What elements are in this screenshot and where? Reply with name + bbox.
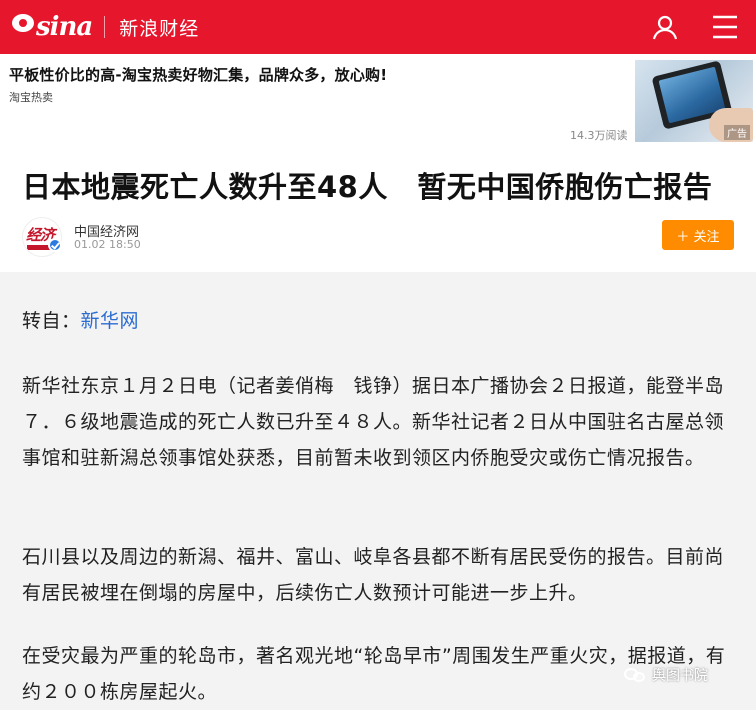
- article-headline: 日本地震死亡人数升至48人 暂无中国侨胞伤亡报告: [22, 170, 713, 204]
- verified-badge-icon: [48, 238, 62, 252]
- ad-badge: 广告: [724, 125, 750, 140]
- wechat-watermark: 舆图书院: [624, 665, 708, 685]
- publish-time: 01.02 18:50: [74, 238, 141, 251]
- header-actions: [650, 12, 740, 42]
- follow-button[interactable]: ＋ 关注: [662, 220, 734, 250]
- wechat-icon: [624, 666, 646, 684]
- sina-logo[interactable]: sina: [12, 12, 93, 42]
- ad-banner[interactable]: 平板性价比的高-淘宝热卖好物汇集，品牌众多，放心购! 淘宝热卖 14.3万阅读 …: [0, 54, 756, 146]
- sina-eye-icon: [12, 14, 34, 32]
- repost-line: 转自：新华网: [22, 304, 738, 338]
- top-navigation-bar: sina 新浪财经: [0, 0, 756, 54]
- user-icon[interactable]: [650, 12, 680, 42]
- article-paragraph: 石川县以及周边的新潟、福井、富山、岐阜各县都不断有居民受伤的报告。目前尚有居民被…: [22, 546, 725, 604]
- sina-logo-text: sina: [36, 12, 93, 42]
- header-divider: [104, 16, 106, 38]
- channel-title[interactable]: 新浪财经: [119, 14, 199, 41]
- watermark-text: 舆图书院: [652, 668, 708, 684]
- repost-prefix: 转自：: [22, 310, 81, 332]
- ad-tablet-image[interactable]: 广告: [635, 60, 753, 142]
- ad-title[interactable]: 平板性价比的高-淘宝热卖好物汇集，品牌众多，放心购!: [9, 64, 387, 85]
- menu-icon[interactable]: [710, 12, 740, 42]
- ad-read-count: 14.3万阅读: [570, 129, 628, 142]
- ad-source: 淘宝热卖: [9, 91, 53, 104]
- article-body: 转自：新华网 新华社东京１月２日电（记者姜俏梅 钱铮）据日本广播协会２日报道，能…: [0, 272, 756, 710]
- article-paragraph: 新华社东京１月２日电（记者姜俏梅 钱铮）据日本广播协会２日报道，能登半岛７．６级…: [22, 375, 725, 469]
- repost-source-link[interactable]: 新华网: [81, 310, 140, 332]
